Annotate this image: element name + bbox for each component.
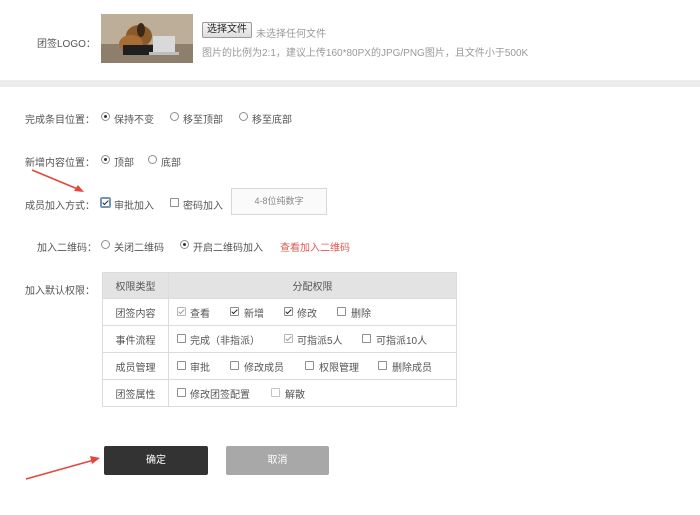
- table-row: 成员管理 审批 修改成员 权限管理 删除成员: [102, 352, 457, 380]
- row-type: 团签内容: [102, 298, 169, 326]
- perm-manage-label: 权限管理: [319, 363, 359, 374]
- qr-open-label: 开启二维码加入: [193, 243, 263, 254]
- perm-complete-checkbox[interactable]: [177, 334, 186, 343]
- annotation-arrow-icon: [25, 456, 100, 480]
- password-input[interactable]: 4-8位纯数字: [231, 188, 327, 215]
- completed-keep-label: 保持不变: [114, 115, 154, 126]
- perm-dissolve-checkbox[interactable]: [271, 388, 280, 397]
- perm-view-checkbox[interactable]: [177, 307, 186, 316]
- header-assign-permission: 分配权限: [168, 272, 457, 299]
- row-type: 成员管理: [102, 352, 169, 380]
- perm-delete-label: 删除: [351, 309, 371, 320]
- annotation-arrow-icon: [31, 169, 84, 192]
- qr-open-radio[interactable]: [180, 240, 189, 249]
- perm-view-label: 查看: [190, 309, 210, 320]
- perm-edit-label: 修改: [297, 309, 317, 320]
- perm-delete-checkbox[interactable]: [337, 307, 346, 316]
- view-qr-code-link[interactable]: 查看加入二维码: [280, 239, 350, 254]
- perm-delete-member-label: 删除成员: [392, 363, 432, 374]
- completed-position-label: 完成条目位置：: [25, 115, 95, 126]
- file-status-text: 未选择任何文件: [256, 29, 326, 40]
- choose-file-button[interactable]: 选择文件: [202, 22, 252, 38]
- perm-assign10-label: 可指派10人: [376, 336, 428, 347]
- completed-keep-radio[interactable]: [101, 112, 110, 121]
- perm-edit-checkbox[interactable]: [284, 307, 293, 316]
- join-password-label: 密码加入: [183, 201, 223, 212]
- perm-edit-member-label: 修改成员: [244, 363, 284, 374]
- completed-top-radio[interactable]: [170, 112, 179, 121]
- perm-assign5-checkbox[interactable]: [284, 334, 293, 343]
- completed-bottom-label: 移至底部: [252, 115, 292, 126]
- perm-add-label: 新增: [244, 309, 264, 320]
- new-content-top-label: 顶部: [114, 158, 134, 169]
- join-review-label: 审批加入: [114, 201, 154, 212]
- table-row: 团签内容 查看 新增 修改 删除: [102, 298, 457, 326]
- join-review-checkbox[interactable]: [100, 197, 111, 208]
- completed-bottom-radio[interactable]: [239, 112, 248, 121]
- perm-approve-checkbox[interactable]: [177, 361, 186, 370]
- qr-close-radio[interactable]: [101, 240, 110, 249]
- new-content-top-radio[interactable]: [101, 155, 110, 164]
- section-divider: [0, 80, 700, 87]
- perm-manage-checkbox[interactable]: [305, 361, 314, 370]
- table-row: 事件流程 完成（非指派） 可指派5人 可指派10人: [102, 325, 457, 353]
- perm-complete-label: 完成（非指派）: [190, 336, 260, 347]
- new-content-bottom-label: 底部: [161, 158, 181, 169]
- perm-approve-label: 审批: [190, 363, 210, 374]
- join-method-label: 成员加入方式：: [25, 201, 95, 212]
- new-content-position-label: 新增内容位置：: [25, 158, 95, 169]
- join-password-checkbox[interactable]: [170, 198, 179, 207]
- perm-edit-member-checkbox[interactable]: [230, 361, 239, 370]
- perm-dissolve-label: 解散: [285, 390, 305, 401]
- logo-preview-image: [101, 14, 193, 63]
- permissions-table: 权限类型 分配权限 团签内容 查看 新增 修改 删除 事件流程 完成（非指派） …: [102, 272, 457, 407]
- qr-close-label: 关闭二维码: [114, 243, 164, 254]
- perm-config-label: 修改团签配置: [190, 390, 250, 401]
- row-type: 事件流程: [102, 325, 169, 353]
- qr-join-label: 加入二维码：: [37, 243, 97, 254]
- perm-config-checkbox[interactable]: [177, 388, 186, 397]
- table-row: 团签属性 修改团签配置 解散: [102, 379, 457, 407]
- row-type: 团签属性: [102, 379, 169, 407]
- completed-top-label: 移至顶部: [183, 115, 223, 126]
- perm-assign5-label: 可指派5人: [297, 336, 343, 347]
- logo-hint-text: 图片的比例为2:1，建议上传160*80PX的JPG/PNG图片，且文件小于50…: [202, 48, 529, 59]
- perm-add-checkbox[interactable]: [230, 307, 239, 316]
- logo-label: 团签LOGO：: [37, 39, 96, 50]
- confirm-button[interactable]: 确定: [104, 446, 208, 475]
- perm-assign10-checkbox[interactable]: [362, 334, 371, 343]
- perm-delete-member-checkbox[interactable]: [378, 361, 387, 370]
- cancel-button[interactable]: 取消: [226, 446, 329, 475]
- header-permission-type: 权限类型: [102, 272, 169, 299]
- new-content-bottom-radio[interactable]: [148, 155, 157, 164]
- default-permissions-label: 加入默认权限：: [25, 286, 95, 297]
